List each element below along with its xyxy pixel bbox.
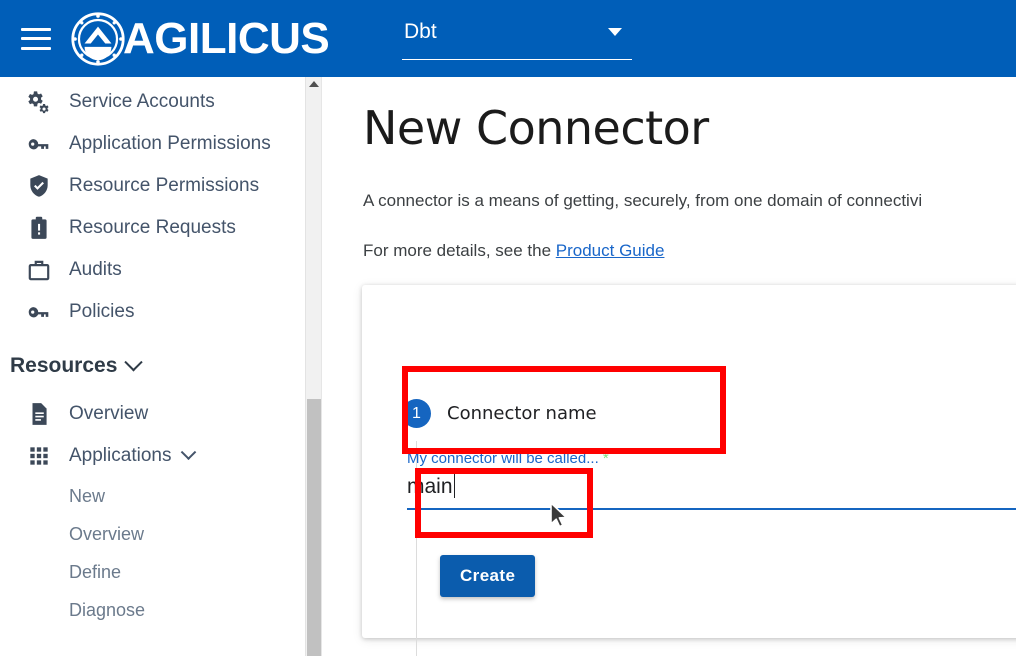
sidebar-item-label: Audits bbox=[69, 259, 122, 280]
page-more-details: For more details, see the Product Guide bbox=[363, 241, 664, 261]
briefcase-icon bbox=[26, 257, 56, 283]
sidebar-item-label: Policies bbox=[69, 301, 135, 322]
sidebar-subitem-define[interactable]: Define bbox=[0, 553, 305, 591]
shield-check-icon bbox=[26, 173, 56, 199]
sidebar-item-policies[interactable]: Policies bbox=[0, 291, 305, 333]
sidebar-item-resource-permissions[interactable]: Resource Permissions bbox=[0, 165, 305, 207]
sidebar-scrollbar-track[interactable] bbox=[305, 77, 322, 656]
sidebar-scrollbar-thumb[interactable] bbox=[307, 399, 322, 656]
key-icon bbox=[26, 131, 56, 157]
connector-name-field-group: My connector will be called... * main bbox=[407, 450, 1016, 510]
organisation-underline bbox=[402, 59, 632, 60]
sidebar: Service Accounts Application Permissions bbox=[0, 77, 322, 656]
hamburger-bar bbox=[21, 27, 51, 31]
hamburger-menu-icon[interactable] bbox=[21, 27, 51, 50]
stepper-card: 1 Connector name My connector will be ca… bbox=[362, 285, 1016, 656]
chevron-down-icon bbox=[124, 352, 144, 371]
create-button[interactable]: Create bbox=[440, 555, 536, 597]
sidebar-subitem-label: Diagnose bbox=[69, 599, 146, 620]
connector-name-underline bbox=[407, 508, 1016, 510]
sidebar-item-label: Application Permissions bbox=[69, 133, 271, 154]
sidebar-section-label: Resources bbox=[10, 354, 118, 377]
clipboard-alert-icon bbox=[26, 215, 56, 241]
brand-name: AGILICUS bbox=[123, 13, 330, 63]
text-caret bbox=[453, 474, 456, 498]
key-icon bbox=[26, 299, 56, 325]
connector-name-value: main bbox=[407, 475, 453, 498]
page-title: New Connector bbox=[363, 101, 709, 155]
sidebar-item-overview[interactable]: Overview bbox=[0, 393, 305, 435]
agilicus-logo-icon bbox=[71, 11, 125, 66]
chevron-down-icon bbox=[608, 28, 622, 36]
sidebar-divider bbox=[321, 77, 322, 656]
organisation-value: Dbt bbox=[404, 20, 437, 43]
sidebar-scroll-area: Service Accounts Application Permissions bbox=[0, 77, 305, 656]
sidebar-subitem-new[interactable]: New bbox=[0, 477, 305, 515]
step-1[interactable]: 1 Connector name bbox=[402, 399, 597, 428]
connector-name-input[interactable]: main bbox=[407, 474, 1016, 504]
organisation-selector[interactable]: Dbt bbox=[402, 18, 632, 60]
scroll-up-arrow-icon[interactable] bbox=[309, 81, 319, 87]
sidebar-item-label: Resource Permissions bbox=[69, 175, 260, 196]
brand-logo[interactable]: AGILICUS bbox=[70, 11, 330, 67]
sidebar-item-label: Resource Requests bbox=[69, 217, 236, 238]
sidebar-subitem-overview[interactable]: Overview bbox=[0, 515, 305, 553]
sidebar-subitem-label: New bbox=[69, 485, 106, 506]
sidebar-item-label: Service Accounts bbox=[69, 91, 215, 112]
main-content: New Connector A connector is a means of … bbox=[322, 77, 1016, 656]
chevron-down-icon bbox=[181, 443, 197, 460]
sidebar-subitem-label: Overview bbox=[69, 523, 145, 544]
step-label: Connector name bbox=[447, 403, 597, 424]
sidebar-subitem-diagnose[interactable]: Diagnose bbox=[0, 591, 305, 629]
hamburger-bar bbox=[21, 46, 51, 50]
document-icon bbox=[26, 401, 56, 427]
grid-apps-icon bbox=[26, 443, 56, 469]
sidebar-item-label: Applications bbox=[69, 445, 172, 466]
gears-icon bbox=[26, 89, 56, 115]
step-number-badge: 1 bbox=[402, 399, 431, 428]
sidebar-item-resource-requests[interactable]: Resource Requests bbox=[0, 207, 305, 249]
product-guide-link[interactable]: Product Guide bbox=[556, 241, 665, 260]
hamburger-bar bbox=[21, 37, 51, 40]
connector-name-label-text: My connector will be called... bbox=[407, 450, 599, 467]
sidebar-item-audits[interactable]: Audits bbox=[0, 249, 305, 291]
sidebar-section-resources[interactable]: Resources bbox=[0, 345, 305, 387]
app-header: AGILICUS Dbt bbox=[0, 0, 1016, 77]
sidebar-item-application-permissions[interactable]: Application Permissions bbox=[0, 123, 305, 165]
app-root: AGILICUS Dbt Service Accounts Applicatio… bbox=[0, 0, 1016, 656]
sidebar-item-service-accounts[interactable]: Service Accounts bbox=[0, 81, 305, 123]
more-details-text: For more details, see the bbox=[363, 241, 556, 260]
connector-name-label: My connector will be called... * bbox=[407, 450, 1016, 467]
sidebar-item-label: Overview bbox=[69, 403, 149, 424]
sidebar-item-applications[interactable]: Applications bbox=[0, 435, 305, 477]
sidebar-subitem-label: Define bbox=[69, 561, 122, 582]
required-marker: * bbox=[602, 450, 609, 467]
page-description: A connector is a means of getting, secur… bbox=[363, 191, 923, 210]
